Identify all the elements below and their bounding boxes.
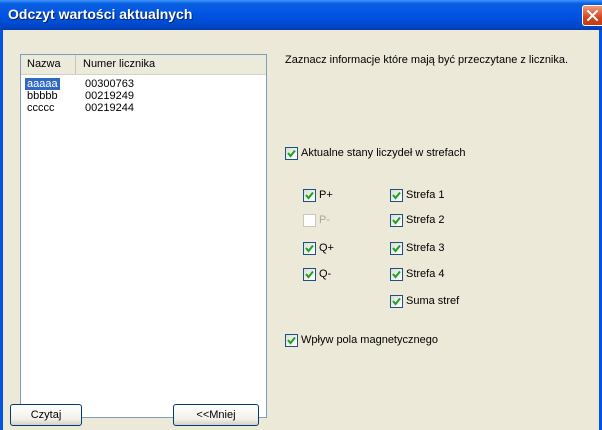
checkbox-label: Strefa 2 [406,214,445,226]
checkbox-box[interactable] [390,242,403,255]
list-header: Nazwa Numer licznika [21,55,266,75]
checkbox-label: Wpływ pola magnetycznego [301,334,438,346]
checkbox-label: Q- [319,268,332,280]
instruction-text: Zaznacz informacje które mają być przecz… [285,54,569,66]
checkbox-label: Strefa 4 [406,268,445,280]
list-item[interactable]: aaaaa 00300763 [21,78,266,90]
window-frame-left [0,30,3,430]
meter-name: ccccc [27,102,55,114]
checkbox-label: Q+ [319,242,334,254]
checkmark-icon [392,191,401,200]
checkbox-box[interactable] [390,295,403,308]
close-button[interactable] [582,5,602,26]
meter-number: 00219249 [85,90,134,102]
checkbox-box[interactable] [285,147,298,160]
checkmark-icon [392,297,401,306]
checkmark-icon [305,191,314,200]
checkbox-box[interactable] [303,242,316,255]
meter-name: bbbbb [27,90,58,102]
list-item[interactable]: ccccc 00219244 [21,102,266,114]
meter-name: aaaaa [25,78,60,90]
meter-number: 00300763 [85,78,134,90]
column-header-name[interactable]: Nazwa [21,55,76,74]
list-item[interactable]: bbbbb 00219249 [21,90,266,102]
checkmark-icon [305,270,314,279]
checkbox-box[interactable] [390,268,403,281]
checkmark-icon [392,270,401,279]
column-header-number[interactable]: Numer licznika [76,55,266,74]
checkbox-box[interactable] [303,268,316,281]
checkbox-label: Strefa 1 [406,189,445,201]
checkbox-box[interactable] [303,189,316,202]
checkmark-icon [287,336,296,345]
checkbox-label: Suma stref [406,295,460,307]
checkmark-icon [305,244,314,253]
meter-list[interactable]: Nazwa Numer licznika aaaaa 00300763 bbbb… [20,54,267,418]
less-button[interactable]: <<Mniej [173,404,259,426]
window-title: Odczyt wartości aktualnych [8,6,193,22]
close-icon [587,10,598,21]
checkbox-box[interactable] [390,189,403,202]
checkbox-box [303,214,316,227]
dialog-window: Odczyt wartości aktualnych Nazwa Numer l… [0,0,602,430]
checkmark-icon [392,216,401,225]
checkmark-icon [392,244,401,253]
checkbox-label: P+ [319,189,333,201]
read-button[interactable]: Czytaj [10,404,82,426]
title-bar[interactable]: Odczyt wartości aktualnych [0,0,602,30]
checkbox-label: Strefa 3 [406,242,445,254]
meter-number: 00219244 [85,102,134,114]
checkbox-box[interactable] [285,334,298,347]
checkbox-box[interactable] [390,214,403,227]
checkbox-label: P- [319,214,330,226]
checkbox-label: Aktualne stany liczydeł w strefach [301,147,466,159]
checkmark-icon [287,149,296,158]
